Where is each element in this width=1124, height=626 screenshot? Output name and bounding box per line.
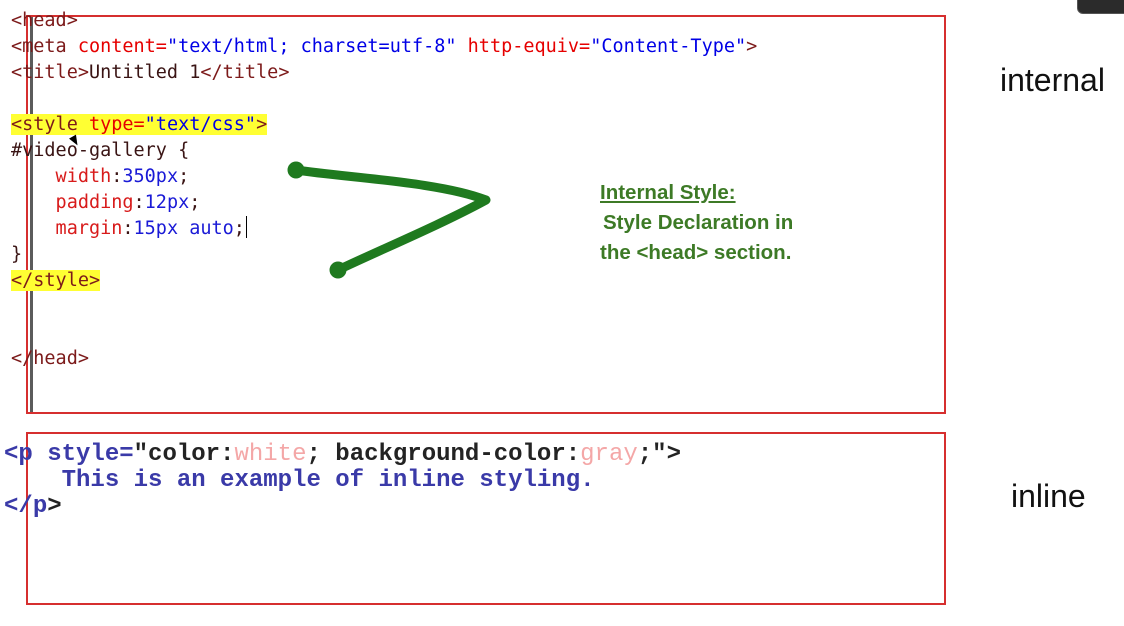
- note-line-2: Style Declaration in: [603, 211, 794, 234]
- label-inline: inline: [1011, 478, 1086, 514]
- code-token: </: [4, 493, 33, 520]
- code-line: </p>: [4, 488, 681, 520]
- internal-style-note: Internal Style: Style Declaration in the…: [600, 178, 793, 268]
- note-title: Internal Style:: [600, 181, 736, 204]
- code-token: p: [32, 493, 48, 520]
- inline-style-code: <p style="color:white; background-color:…: [4, 436, 681, 520]
- note-line-3: the <head> section.: [600, 241, 792, 264]
- code-token: >: [47, 493, 62, 520]
- bracket-bottom-dot: [329, 261, 347, 279]
- label-internal: internal: [1000, 62, 1105, 98]
- bracket-top-dot: [287, 161, 305, 179]
- code-line: <p style="color:white; background-color:…: [4, 436, 681, 468]
- code-line: This is an example of inline styling.: [4, 462, 681, 494]
- bracket-stroke: [291, 165, 491, 275]
